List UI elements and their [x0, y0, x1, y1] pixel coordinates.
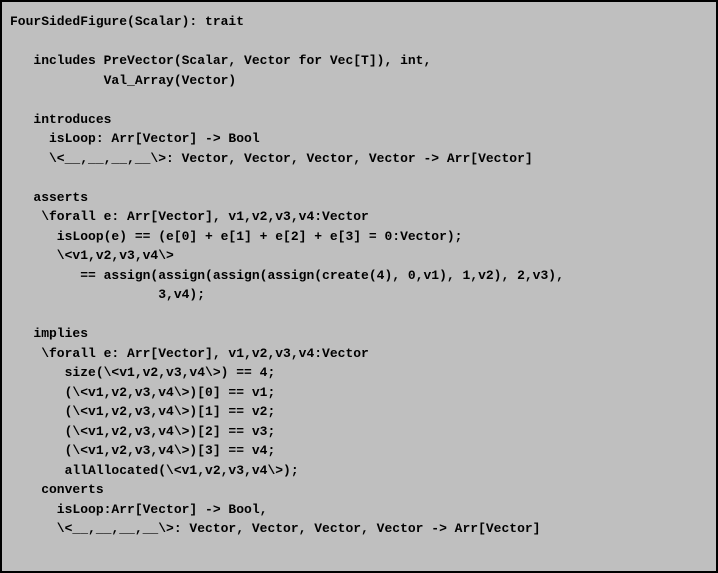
code-block: FourSidedFigure(Scalar): trait includes …	[10, 12, 708, 539]
